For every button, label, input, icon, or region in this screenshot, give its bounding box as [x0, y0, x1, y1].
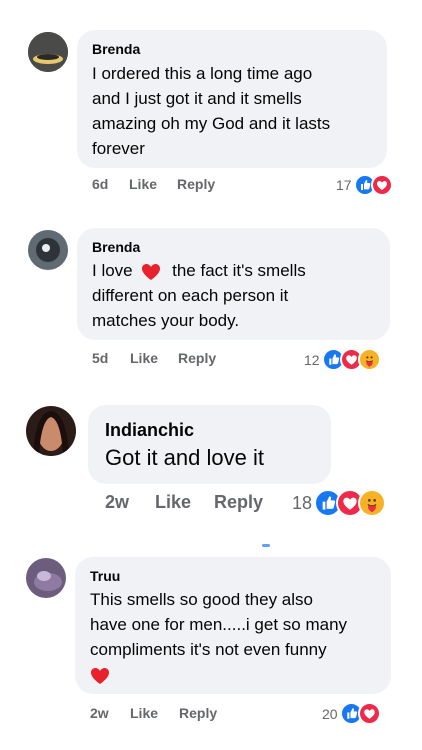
comment-author[interactable]: Brenda	[92, 239, 140, 255]
comment-line: have one for men.....i get so many	[90, 615, 348, 634]
reaction-count: 17	[336, 177, 352, 193]
avatar[interactable]	[28, 32, 68, 72]
comment-text: This smells so good they also have one f…	[90, 587, 347, 687]
red-heart-emoji	[142, 263, 161, 280]
scroll-indicator	[262, 544, 270, 547]
comment-line: matches your body.	[92, 311, 240, 330]
avatar-image-icon	[26, 406, 76, 456]
care-icon	[358, 489, 387, 517]
like-button[interactable]: Like	[130, 350, 158, 366]
comment-line-part: the fact it's smells	[172, 261, 306, 280]
comment-author[interactable]: Truu	[90, 568, 120, 584]
reply-button[interactable]: Reply	[177, 176, 215, 192]
comment-line: compliments it's not even funny	[90, 640, 327, 659]
comment-line: amazing oh my God and it lasts	[92, 114, 331, 133]
reaction-summary[interactable]: 12	[304, 348, 381, 371]
timestamp[interactable]: 2w	[90, 705, 109, 721]
timestamp[interactable]: 5d	[92, 350, 108, 366]
comment-line: I ordered this a long time ago	[92, 64, 313, 83]
like-button[interactable]: Like	[130, 705, 158, 721]
reply-button[interactable]: Reply	[178, 350, 216, 366]
reaction-summary[interactable]: 18	[292, 489, 387, 517]
comment-line-part: I love	[92, 261, 133, 280]
comment-author[interactable]: Brenda	[92, 41, 140, 57]
comment-line: This smells so good they also	[90, 590, 313, 609]
comment-text: I ordered this a long time ago and I jus…	[92, 61, 330, 161]
avatar-image-icon	[28, 32, 68, 72]
care-icon	[357, 348, 381, 371]
avatar-image-icon	[28, 230, 68, 270]
reaction-count: 20	[322, 705, 338, 722]
reply-button[interactable]: Reply	[179, 705, 217, 721]
comment-author[interactable]: Indianchic	[105, 420, 194, 441]
comment-line: I love the fact it's smells	[92, 258, 306, 283]
comment-line: Got it and love it	[105, 445, 264, 470]
reaction-summary[interactable]: 20	[322, 702, 381, 725]
avatar[interactable]	[28, 230, 68, 270]
comment-line: different on each person it	[92, 286, 289, 305]
comment-text: I love the fact it's smells different on…	[92, 258, 306, 333]
reaction-count: 18	[292, 492, 313, 513]
avatar[interactable]	[26, 406, 76, 456]
comment-line: forever	[92, 139, 145, 158]
red-heart-emoji	[91, 667, 109, 684]
like-button[interactable]: Like	[129, 176, 157, 192]
comment-text: Got it and love it	[105, 443, 264, 473]
reaction-count: 12	[304, 351, 320, 368]
comment-line	[90, 662, 347, 687]
timestamp[interactable]: 2w	[105, 492, 129, 513]
timestamp[interactable]: 6d	[92, 176, 108, 192]
like-button[interactable]: Like	[155, 492, 191, 513]
reaction-summary[interactable]: 17	[336, 174, 393, 196]
avatar[interactable]	[26, 558, 66, 598]
comment-line: and I just got it and it smells	[92, 89, 302, 108]
avatar-image-icon	[26, 558, 66, 598]
love-icon	[357, 702, 381, 725]
reply-button[interactable]: Reply	[214, 492, 263, 513]
love-icon	[370, 174, 393, 196]
